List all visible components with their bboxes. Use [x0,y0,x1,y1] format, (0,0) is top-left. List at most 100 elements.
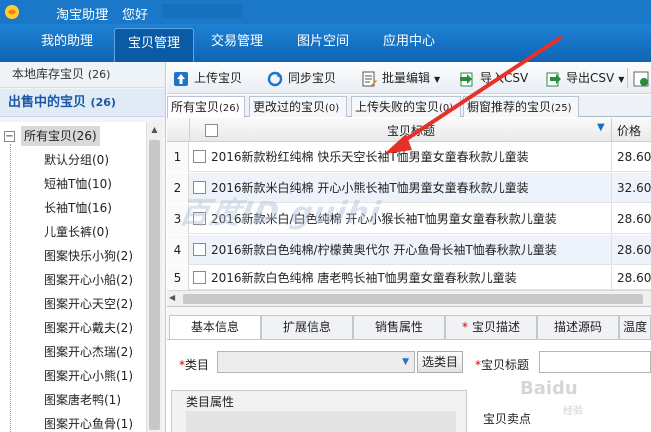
tab-product-description[interactable]: * 宝贝描述 [445,315,537,339]
batch-edit-button[interactable]: 批量编辑 ▼ [361,68,440,88]
filter-icon[interactable]: ▼ [597,122,605,133]
tab-temperature[interactable]: 温度 [619,315,651,339]
export-csv-label: 导出CSV [566,71,615,85]
tab-count: (0) [325,103,340,114]
dropdown-icon[interactable]: ▼ [618,75,624,84]
dropdown-icon[interactable]: ▼ [402,357,409,367]
product-price: 28.60 [617,150,651,164]
table-row[interactable]: 1 2016新款粉红纯棉 快乐天空长袖T恤男童女童春秋款儿童装 28.60 [167,142,651,172]
product-title: 2016新款米白/白色纯棉 开心小猴长袖T恤男童女童春秋款儿童装 [211,212,557,226]
row-checkbox[interactable] [193,243,206,256]
tree-root-label: 所有宝贝(26) [21,126,100,146]
tree-item[interactable]: 图案开心小熊(1) [44,366,133,386]
tab-upload-failed[interactable]: 上传失败的宝贝(0) [351,96,461,117]
tree-item[interactable]: 短袖T恤(10) [44,174,112,194]
product-title: 2016新款粉红纯棉 快乐天空长袖T恤男童女童春秋款儿童装 [211,150,529,164]
category-select[interactable]: ▼ [217,351,415,373]
menu-my-assistant[interactable]: 我的助理 [30,24,104,62]
tab-count: (0) [439,103,454,114]
tab-all-products[interactable]: 所有宝贝(26) [167,96,245,118]
product-price: 28.60 [617,271,651,285]
column-title[interactable]: 宝贝标题 [387,122,435,139]
column-divider [189,118,190,142]
row-checkbox[interactable] [193,271,206,284]
row-checkbox[interactable] [193,150,206,163]
import-icon [460,72,473,86]
tree-item[interactable]: 图案开心小船(2) [44,270,133,290]
upload-icon [174,71,188,86]
row-number: 3 [167,204,189,234]
menu-product-management[interactable]: 宝贝管理 [114,28,194,62]
tree-item[interactable]: 图案唐老鸭(1) [44,390,121,410]
row-number: 2 [167,173,189,203]
export-icon [546,72,561,86]
category-label-text: 类目 [185,358,210,372]
tab-extended-info[interactable]: 扩展信息 [261,315,353,339]
tab-recommended[interactable]: 橱窗推荐的宝贝(25) [463,96,579,117]
menu-app-center[interactable]: 应用中心 [372,24,446,62]
column-divider [611,266,612,290]
sync-button[interactable]: 同步宝贝 [267,68,336,88]
product-price: 32.60 [617,181,651,195]
column-divider [611,142,612,172]
more-tools-button[interactable] [633,68,651,88]
tree-item[interactable]: 图案开心杰瑞(2) [44,342,133,362]
sync-label: 同步宝贝 [288,71,337,85]
scroll-up-icon[interactable]: ▲ [147,122,162,137]
table-row[interactable]: 4 2016新款白色纯棉/柠檬黄奥代尔 开心鱼骨长袖T恤春秋款儿童装 28.60 [167,235,651,265]
category-attributes-area[interactable] [186,411,456,432]
sidebar-on-sale-label: 出售中的宝贝 [8,95,87,110]
tree-item[interactable]: 默认分组(0) [44,150,109,170]
import-csv-button[interactable]: 导入CSV [459,68,528,88]
select-all-checkbox[interactable] [205,124,218,137]
tab-label: 上传失败的宝贝 [355,100,440,114]
column-price[interactable]: 价格 [617,122,641,139]
sidebar-local-label: 本地库存宝贝 [12,67,85,81]
row-checkbox[interactable] [193,181,206,194]
sidebar: 本地库存宝贝 (26) 出售中的宝贝 (26) − 所有宝贝(26) 默认分组(0… [0,62,166,432]
tree-connector [10,144,11,432]
dropdown-icon[interactable]: ▼ [434,75,440,84]
table-row[interactable]: 5 2016新款白色纯棉 唐老鸭长袖T恤男童女童春秋款儿童装 28.60 [167,266,651,290]
tree-item[interactable]: 长袖T恤(16) [44,198,112,218]
tree-item[interactable]: 图案开心天空(2) [44,294,133,314]
title-label: *宝贝标题 [475,356,529,373]
username-redacted [162,4,242,18]
tree-item[interactable]: 图案开心戴夫(2) [44,318,133,338]
sidebar-on-sale-count: (26) [90,96,116,109]
sidebar-scrollbar[interactable]: ▲ [146,122,162,432]
tab-changed-products[interactable]: 更改过的宝贝(0) [249,96,347,117]
sidebar-local-inventory[interactable]: 本地库存宝贝 (26) [0,62,165,88]
more-tools-icon [633,71,649,86]
tab-basic-info[interactable]: 基本信息 [169,315,261,339]
collapse-icon[interactable]: − [4,131,15,142]
tree-item[interactable]: 图案开心鱼骨(1) [44,414,133,432]
import-csv-label: 导入CSV [480,71,529,85]
sidebar-on-sale[interactable]: 出售中的宝贝 (26) [0,89,165,117]
toolbar: 上传宝贝 同步宝贝 批量编辑 ▼ 导入CSV 导出CSV ▼ [167,62,651,94]
selling-points-input[interactable] [539,390,651,432]
tree-root[interactable]: − 所有宝贝(26) [4,126,100,146]
scroll-left-icon[interactable]: ◀ [169,293,175,302]
menu-image-space[interactable]: 图片空间 [286,24,360,62]
tree-item[interactable]: 儿童长裤(0) [44,222,109,242]
scrollbar-thumb[interactable] [149,140,160,430]
table-row[interactable]: 2 2016新款米白纯棉 开心小熊长袖T恤男童女童春秋款儿童装 32.60 [167,173,651,203]
row-checkbox[interactable] [193,212,206,225]
table-row[interactable]: 3 2016新款米白/白色纯棉 开心小猴长袖T恤男童女童春秋款儿童装 28.60 [167,204,651,234]
product-title: 2016新款白色纯棉 唐老鸭长袖T恤男童女童春秋款儿童装 [211,271,517,285]
tab-description-source[interactable]: 描述源码 [537,315,619,339]
title-input[interactable] [539,351,651,373]
tab-sales-attributes[interactable]: 销售属性 [353,315,445,339]
column-divider [611,173,612,203]
menu-trade-management[interactable]: 交易管理 [200,24,274,62]
app-title: 淘宝助理 [56,8,109,23]
select-category-button[interactable]: 选类目 [417,351,463,373]
scrollbar-thumb[interactable] [183,294,643,304]
tab-label: 宝贝描述 [471,320,520,334]
upload-button[interactable]: 上传宝贝 [173,68,242,88]
grid-horizontal-scrollbar[interactable]: ◀ [167,290,651,306]
export-csv-button[interactable]: 导出CSV ▼ [545,68,624,88]
tree-item[interactable]: 图案快乐小狗(2) [44,246,133,266]
detail-body: *类目 ▼ 选类目 *宝贝标题 类目属性 宝贝卖点 [167,339,651,432]
